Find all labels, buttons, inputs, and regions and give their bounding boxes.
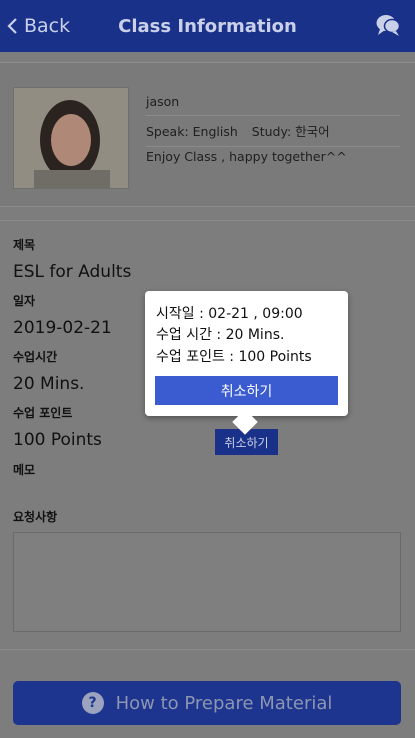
- popup-start-time: 시작일 : 02-21 , 09:00: [156, 306, 303, 322]
- chevron-left-icon: [7, 18, 17, 34]
- app-header: Back Class Information: [0, 0, 415, 52]
- avatar: [13, 87, 129, 189]
- subject-label: 제목: [13, 238, 36, 252]
- page-title: Class Information: [118, 15, 297, 37]
- popup-duration: 수업 시간 : 20 Mins.: [156, 327, 285, 343]
- duration-label: 수업시간: [13, 350, 58, 364]
- teacher-profile: jason Speak: English Study: 한국어 Enjoy Cla…: [0, 62, 415, 207]
- speak-language: Speak: English: [146, 124, 238, 139]
- class-info-popup: 시작일 : 02-21 , 09:00 수업 시간 : 20 Mins. 수업 …: [145, 291, 348, 435]
- language-info: Speak: English Study: 한국어: [146, 121, 400, 147]
- study-language: Study: 한국어: [251, 124, 330, 139]
- popup-points: 수업 포인트 : 100 Points: [156, 349, 312, 365]
- teacher-motto: Enjoy Class , happy together^^: [146, 149, 347, 164]
- prepare-material-button[interactable]: ? How to Prepare Material: [13, 681, 401, 725]
- back-label: Back: [24, 15, 71, 37]
- help-icon: ?: [81, 692, 104, 714]
- points-value: 100 Points: [13, 430, 102, 450]
- date-value: 2019-02-21: [13, 318, 112, 338]
- memo-label: 메모: [13, 463, 36, 477]
- points-label: 수업 포인트: [13, 406, 73, 420]
- footer-divider: [0, 649, 415, 650]
- section-divider: [0, 220, 415, 221]
- portrait-image: [14, 88, 128, 188]
- teacher-name: jason: [146, 94, 400, 116]
- duration-value: 20 Mins.: [13, 374, 85, 394]
- popup-cancel-button[interactable]: 취소하기: [155, 376, 338, 405]
- subject-value: ESL for Adults: [13, 262, 132, 282]
- date-label: 일자: [13, 294, 36, 308]
- chat-icon[interactable]: [375, 12, 401, 38]
- back-button[interactable]: Back: [6, 12, 70, 40]
- request-textarea[interactable]: [13, 532, 401, 632]
- request-label: 요청사항: [13, 510, 58, 524]
- prepare-material-label: How to Prepare Material: [115, 692, 333, 714]
